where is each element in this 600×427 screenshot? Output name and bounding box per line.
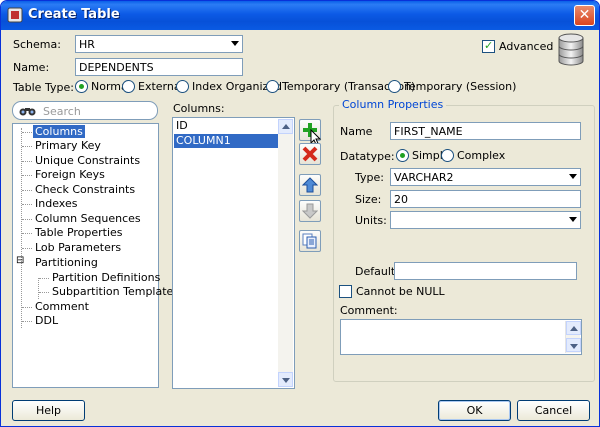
chevron-down-icon	[569, 217, 577, 222]
remove-column-button[interactable]	[299, 143, 321, 165]
radio-dot[interactable]	[396, 149, 409, 162]
advanced-checkbox[interactable]: Advanced	[482, 39, 554, 53]
scroll-down-icon[interactable]	[566, 338, 581, 352]
schema-select[interactable]: HR	[75, 35, 243, 53]
tree-item-foreign-keys[interactable]: Foreign Keys	[35, 168, 105, 181]
radio-label: Temporary (Session)	[404, 80, 517, 93]
cannot-be-null-label: Cannot be NULL	[356, 285, 445, 298]
column-list-item[interactable]: ID	[174, 119, 280, 133]
advanced-checkbox-box[interactable]	[482, 39, 495, 53]
cancel-button[interactable]: Cancel	[517, 400, 590, 421]
window-title: Create Table	[28, 7, 120, 22]
tree-item-check-constraints[interactable]: Check Constraints	[35, 183, 135, 196]
tree-item-column-sequences[interactable]: Column Sequences	[35, 212, 141, 225]
radio-dot[interactable]	[266, 80, 279, 93]
close-button[interactable]: ✕	[574, 5, 595, 26]
tree-item-table-properties[interactable]: Table Properties	[35, 226, 123, 239]
column-name-input[interactable]: FIRST_NAME	[390, 122, 581, 140]
columns-scrollbar[interactable]	[278, 119, 293, 387]
columns-label: Columns:	[173, 102, 225, 115]
radio-dot[interactable]	[388, 80, 401, 93]
help-button[interactable]: Help	[12, 400, 85, 421]
units-label: Units:	[355, 214, 387, 227]
column-name-label: Name	[340, 125, 373, 138]
table-type-temp-session-radio[interactable]: Temporary (Session)	[388, 80, 516, 93]
delete-x-icon	[302, 146, 318, 162]
dialog-body: Schema: HR Advanced Name: DEPENDENTS Tab…	[4, 30, 596, 424]
tree-item-ddl[interactable]: DDL	[35, 314, 58, 327]
database-app-icon	[7, 7, 23, 23]
comment-textarea[interactable]	[340, 319, 582, 355]
close-icon: ✕	[578, 7, 591, 23]
tree-item-primary-key[interactable]: Primary Key	[35, 139, 101, 152]
scroll-up-icon[interactable]	[566, 321, 581, 335]
copy-icon	[302, 233, 317, 249]
tree-item-unique-constraints[interactable]: Unique Constraints	[35, 154, 140, 167]
ok-button[interactable]: OK	[438, 400, 511, 421]
radio-dot[interactable]	[441, 149, 454, 162]
type-label: Type:	[355, 171, 384, 184]
table-type-external-radio[interactable]: External	[122, 80, 184, 93]
cannot-be-null-checkbox-box[interactable]	[339, 285, 352, 298]
advanced-label: Advanced	[499, 40, 554, 53]
columns-list[interactable]: ID COLUMN1	[172, 117, 295, 389]
tree-item-comment[interactable]: Comment	[35, 300, 89, 313]
radio-dot[interactable]	[176, 80, 189, 93]
binoculars-icon	[19, 108, 36, 116]
tree-item-partitioning[interactable]: Partitioning	[35, 256, 98, 269]
size-input[interactable]: 20	[390, 190, 581, 208]
default-input[interactable]	[394, 262, 577, 280]
create-table-dialog: Create Table ✕ Schema: HR Advanced Na	[0, 0, 600, 427]
move-column-up-button[interactable]	[299, 174, 321, 196]
column-list-item[interactable]: COLUMN1	[174, 134, 280, 148]
move-column-down-button[interactable]	[299, 200, 321, 222]
schema-label: Schema:	[13, 38, 61, 51]
copy-column-button[interactable]	[299, 230, 321, 252]
comment-label: Comment:	[340, 304, 398, 317]
search-field[interactable]: Search	[12, 101, 158, 120]
scroll-down-icon[interactable]	[278, 372, 293, 387]
tree-item-partition-definitions[interactable]: Partition Definitions	[52, 271, 160, 284]
scroll-up-icon[interactable]	[278, 119, 293, 134]
radio-dot[interactable]	[75, 80, 88, 93]
search-placeholder: Search	[43, 105, 81, 118]
schema-value: HR	[79, 38, 95, 51]
comment-scrollbar[interactable]	[565, 321, 581, 353]
tree-item-subpartition-templates[interactable]: Subpartition Templates	[52, 285, 179, 298]
radio-label: Complex	[457, 149, 506, 162]
column-properties-title: Column Properties	[339, 98, 447, 111]
database-icon	[558, 33, 584, 66]
radio-dot[interactable]	[122, 80, 135, 93]
size-label: Size:	[355, 193, 382, 206]
tree-item-lob-parameters[interactable]: Lob Parameters	[35, 241, 121, 254]
cannot-be-null-checkbox[interactable]: Cannot be NULL	[339, 285, 445, 298]
chevron-down-icon	[231, 41, 239, 46]
default-label: Default:	[355, 265, 399, 278]
chevron-down-icon	[569, 174, 577, 179]
navigation-tree[interactable]: Columns Primary Key Unique Constraints F…	[12, 123, 179, 388]
name-label: Name:	[13, 61, 50, 74]
type-select[interactable]: VARCHAR2	[390, 168, 581, 186]
table-name-input[interactable]: DEPENDENTS	[75, 58, 243, 76]
table-type-label: Table Type:	[13, 81, 74, 94]
datatype-complex-radio[interactable]: Complex	[441, 149, 505, 162]
datatype-label: Datatype:	[340, 150, 395, 163]
tree-item-columns[interactable]: Columns	[33, 125, 85, 138]
arrow-down-icon	[302, 203, 318, 219]
units-select[interactable]	[390, 211, 581, 229]
collapse-tree-icon[interactable]: ⊟	[16, 255, 24, 266]
arrow-up-icon	[302, 177, 318, 193]
type-value: VARCHAR2	[394, 171, 454, 184]
title-bar[interactable]: Create Table ✕	[1, 1, 599, 30]
tree-item-indexes[interactable]: Indexes	[35, 197, 77, 210]
